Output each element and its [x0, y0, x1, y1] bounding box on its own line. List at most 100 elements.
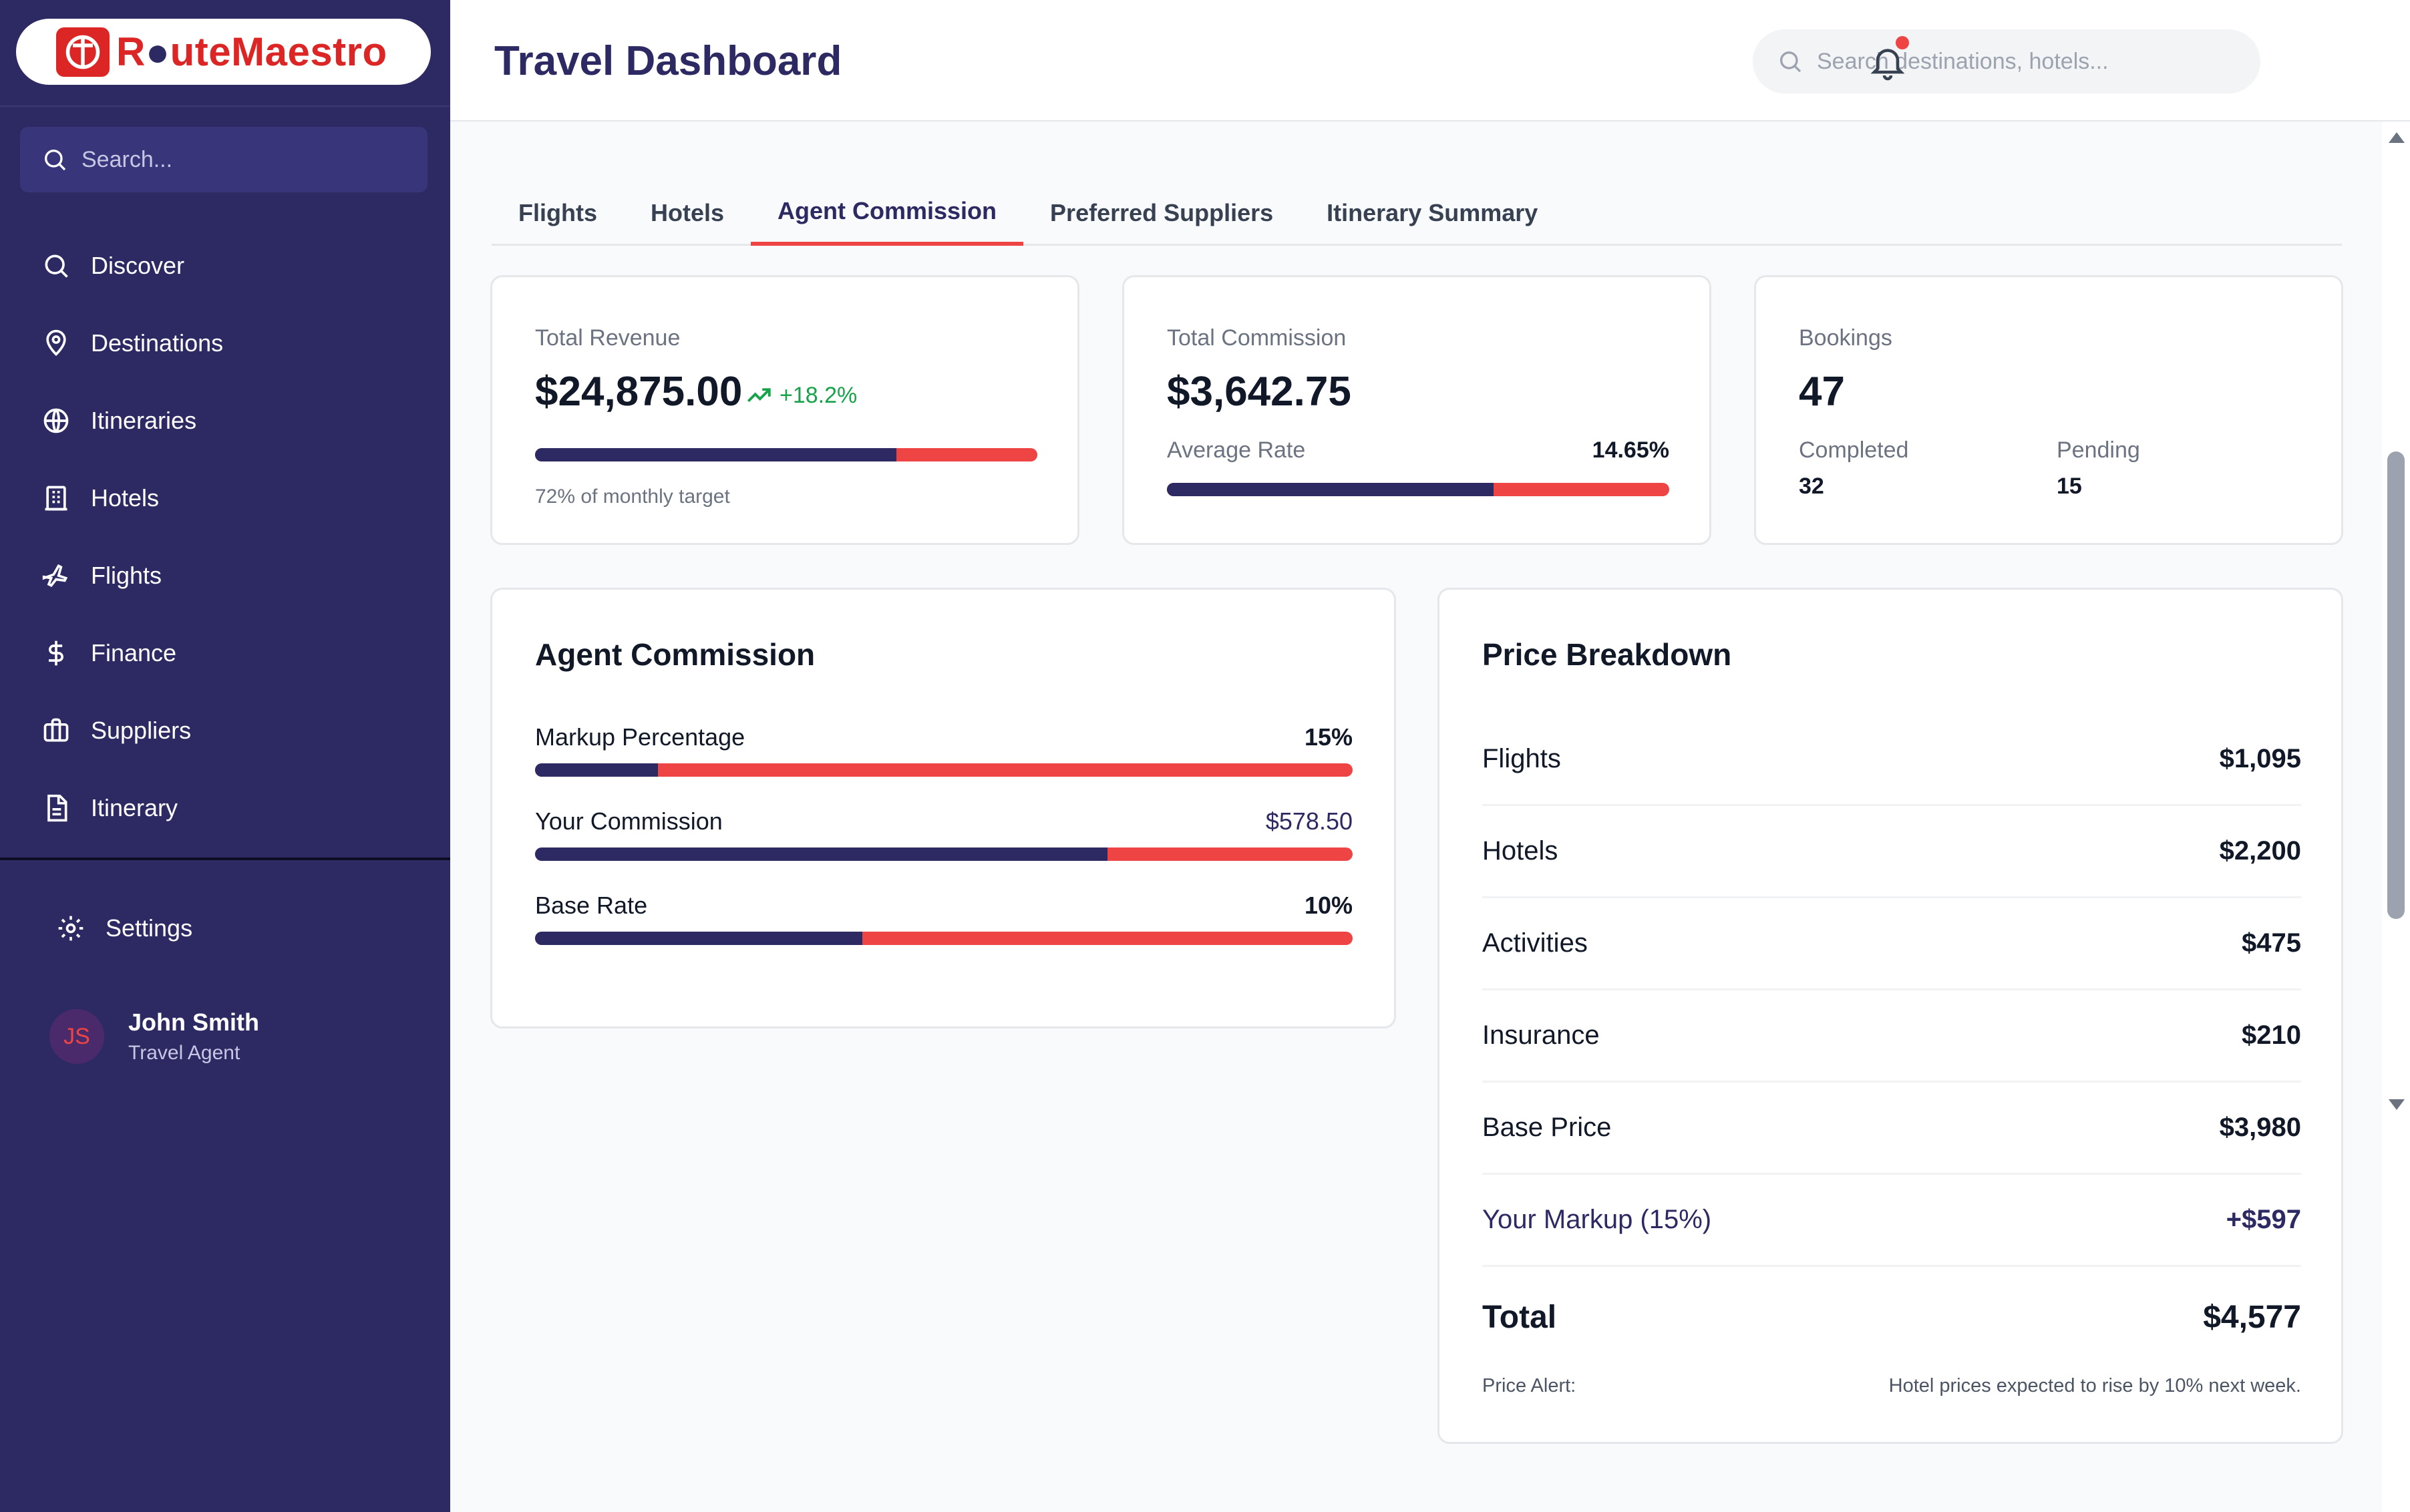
top-header: Travel Dashboard — [450, 0, 2410, 122]
price-alert-text: Hotel prices expected to rise by 10% nex… — [1888, 1375, 2301, 1396]
agent-commission-card: Agent Commission Markup Percentage 15% Y… — [490, 588, 1396, 1028]
sidebar-item-itineraries[interactable]: Itineraries — [0, 382, 450, 459]
markup-percentage-fill — [535, 763, 658, 777]
sidebar-nav: Discover Destinations Itineraries Hotels… — [0, 227, 450, 847]
scrollbar-thumb[interactable] — [2387, 451, 2405, 919]
search-icon — [45, 150, 66, 171]
sidebar-item-finance[interactable]: Finance — [0, 614, 450, 692]
price-row-label: Your Markup (15%) — [1482, 1205, 1712, 1234]
price-row-markup: Your Markup (15%) +$597 — [1482, 1175, 2301, 1267]
avatar: JS — [49, 1009, 104, 1064]
search-icon — [45, 254, 68, 278]
logo-text: R●uteMaestro — [116, 29, 387, 74]
price-row-label: Activities — [1482, 928, 1588, 958]
gear-icon — [58, 916, 83, 941]
average-rate-row: Average Rate 14.65% — [1167, 437, 1669, 463]
price-row-value: $2,200 — [2219, 836, 2301, 866]
revenue-target-note: 72% of monthly target — [535, 486, 730, 508]
your-commission-label: Your Commission — [535, 807, 723, 835]
tab-preferred-suppliers[interactable]: Preferred Suppliers — [1023, 180, 1300, 246]
price-row-value: $1,095 — [2219, 744, 2301, 773]
page-title: Travel Dashboard — [494, 38, 842, 84]
sidebar-item-label: Discover — [91, 252, 185, 279]
sidebar-item-discover[interactable]: Discover — [0, 227, 450, 305]
bookings-card: Bookings 47 Completed 32 Pending 15 — [1754, 275, 2343, 545]
header-search[interactable] — [1753, 29, 2260, 93]
total-label: Total — [1482, 1299, 1557, 1335]
average-rate-label: Average Rate — [1167, 437, 1306, 463]
settings-label: Settings — [106, 914, 193, 942]
revenue-trend: +18.2% — [745, 381, 857, 409]
markup-percentage-row: Markup Percentage 15% — [535, 723, 1353, 777]
logo[interactable]: R●uteMaestro — [16, 19, 431, 85]
price-row-flights: Flights $1,095 — [1482, 714, 2301, 806]
base-rate-label: Base Rate — [535, 892, 648, 919]
your-commission-row: Your Commission $578.50 — [535, 807, 1353, 861]
sidebar: R●uteMaestro Discover Destinations Itine… — [0, 0, 450, 1512]
sidebar-item-hotels[interactable]: Hotels — [0, 459, 450, 537]
price-alert-label: Price Alert: — [1482, 1375, 1576, 1396]
total-value: $4,577 — [2203, 1299, 2301, 1335]
your-commission-fill — [535, 847, 1107, 861]
sidebar-item-label: Destinations — [91, 329, 224, 357]
sidebar-search-input[interactable] — [81, 146, 402, 173]
sidebar-item-label: Suppliers — [91, 717, 192, 744]
completed-label: Completed — [1799, 437, 1909, 463]
briefcase-icon — [43, 718, 69, 742]
markup-percentage-bar — [535, 763, 1353, 777]
price-row-value: $475 — [2242, 928, 2301, 958]
price-row-label: Insurance — [1482, 1020, 1600, 1050]
divider — [0, 858, 450, 860]
price-row-base-price: Base Price $3,980 — [1482, 1083, 2301, 1175]
price-row-label: Base Price — [1482, 1113, 1612, 1142]
sidebar-item-flights[interactable]: Flights — [0, 537, 450, 614]
plane-icon — [42, 564, 68, 587]
globe-icon — [43, 408, 69, 433]
price-row-value: +$597 — [2226, 1205, 2301, 1234]
tab-agent-commission[interactable]: Agent Commission — [751, 180, 1024, 246]
commission-label: Total Commission — [1167, 325, 1347, 351]
scroll-up-arrow-icon[interactable] — [2389, 132, 2405, 143]
pending-label: Pending — [2057, 437, 2140, 463]
scroll-down-arrow-icon[interactable] — [2389, 1099, 2405, 1110]
revenue-card: Total Revenue $24,875.00 +18.2% 72% of m… — [490, 275, 1079, 545]
user-role: Travel Agent — [128, 1042, 240, 1064]
commission-progress-fill — [1167, 483, 1494, 496]
markup-percentage-value: 15% — [1304, 723, 1353, 751]
sidebar-item-settings[interactable]: Settings — [56, 902, 192, 955]
your-commission-bar — [535, 847, 1353, 861]
revenue-progress-fill — [535, 448, 897, 461]
revenue-progress-bar — [535, 448, 1037, 461]
divider — [0, 106, 450, 107]
sidebar-item-destinations[interactable]: Destinations — [0, 305, 450, 382]
notification-dot — [1896, 36, 1909, 49]
pending-value: 15 — [2057, 474, 2082, 499]
average-rate-value: 14.65% — [1592, 437, 1669, 463]
price-row-value: $210 — [2242, 1020, 2301, 1050]
sidebar-item-label: Finance — [91, 639, 177, 667]
sidebar-search[interactable] — [20, 127, 427, 192]
price-row-hotels: Hotels $2,200 — [1482, 806, 2301, 898]
user-profile[interactable]: JS John Smith Travel Agent — [49, 1008, 259, 1065]
bookings-label: Bookings — [1799, 325, 1892, 351]
tab-flights[interactable]: Flights — [492, 180, 624, 246]
price-row-label: Hotels — [1482, 836, 1558, 866]
price-row-insurance: Insurance $210 — [1482, 990, 2301, 1083]
revenue-label: Total Revenue — [535, 325, 681, 351]
building-icon — [45, 486, 67, 511]
commission-card: Total Commission $3,642.75 Average Rate … — [1122, 275, 1711, 545]
commission-progress-bar — [1167, 483, 1669, 496]
tab-itinerary-summary[interactable]: Itinerary Summary — [1300, 180, 1564, 246]
markup-percentage-label: Markup Percentage — [535, 723, 745, 751]
price-breakdown-title: Price Breakdown — [1482, 637, 1732, 672]
tab-hotels[interactable]: Hotels — [624, 180, 751, 246]
price-row-activities: Activities $475 — [1482, 898, 2301, 990]
sidebar-item-itinerary[interactable]: Itinerary — [0, 769, 450, 847]
document-icon — [47, 794, 67, 822]
bookings-value: 47 — [1799, 369, 1845, 415]
base-rate-fill — [535, 932, 862, 945]
completed-value: 32 — [1799, 474, 1824, 499]
dollar-icon — [49, 640, 63, 666]
price-alert: Price Alert: Hotel prices expected to ri… — [1482, 1375, 2301, 1397]
sidebar-item-suppliers[interactable]: Suppliers — [0, 692, 450, 769]
